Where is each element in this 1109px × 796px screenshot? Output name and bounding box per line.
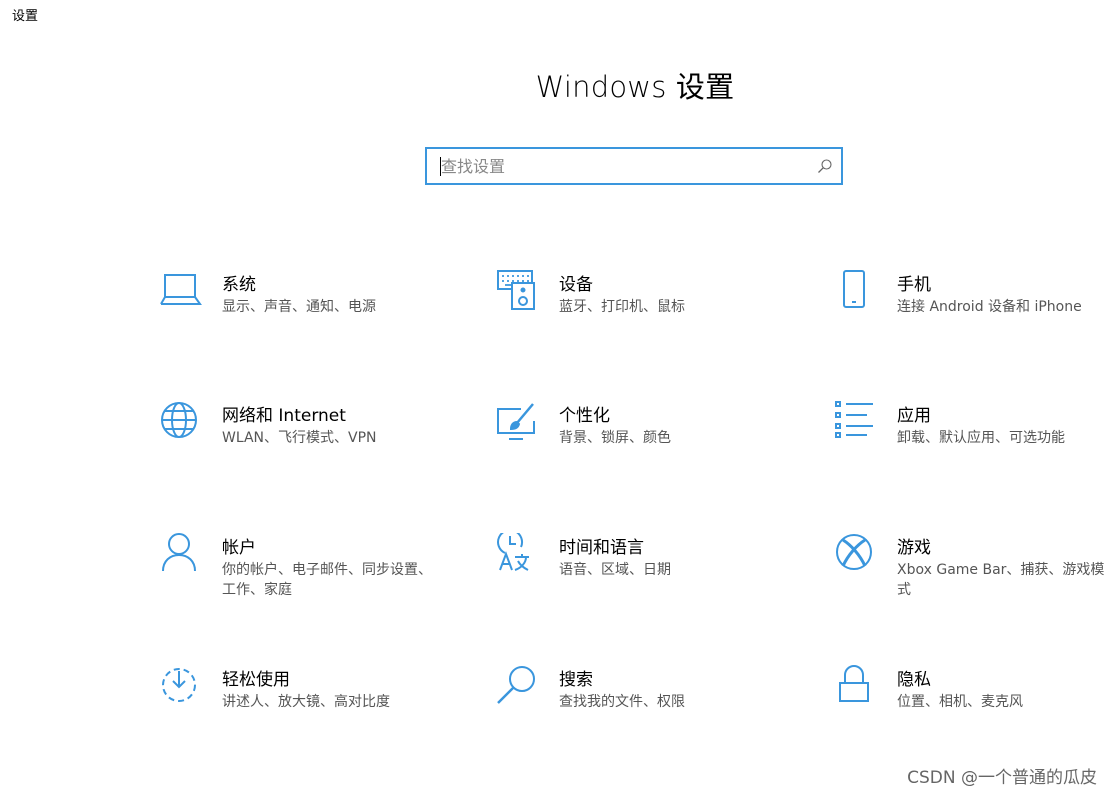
- personalization-icon: [497, 401, 539, 443]
- tile-gaming[interactable]: 游戏 Xbox Game Bar、捕获、游戏模式: [835, 533, 1109, 613]
- page-title: Windows 设置: [535, 70, 735, 104]
- person-icon: [160, 533, 202, 575]
- lock-icon: [835, 665, 877, 707]
- tile-name: 时间和语言: [559, 538, 644, 558]
- tile-privacy[interactable]: 隐私 位置、相机、麦克风: [835, 665, 1109, 745]
- tile-desc: 显示、声音、通知、电源: [222, 299, 376, 315]
- search-icon[interactable]: [817, 158, 833, 174]
- search-box[interactable]: [425, 147, 843, 185]
- tile-name: 帐户: [222, 538, 256, 558]
- tile-desc: 卸载、默认应用、可选功能: [897, 430, 1065, 446]
- ease-of-access-icon: [160, 665, 202, 707]
- devices-icon: [497, 270, 539, 312]
- search-input[interactable]: [441, 149, 801, 183]
- tile-desc: 连接 Android 设备和 iPhone: [897, 299, 1082, 315]
- tile-personalization[interactable]: 个性化 背景、锁屏、颜色: [497, 401, 797, 481]
- tile-name: 隐私: [897, 670, 931, 690]
- tile-desc: 讲述人、放大镜、高对比度: [222, 694, 390, 710]
- phone-icon: [835, 270, 877, 312]
- search-icon: [497, 665, 539, 707]
- tile-devices[interactable]: 设备 蓝牙、打印机、鼠标: [497, 270, 797, 350]
- tile-desc: Xbox Game Bar、捕获、游戏模式: [897, 562, 1105, 598]
- xbox-icon: [835, 533, 877, 575]
- tile-desc: 你的帐户、电子邮件、同步设置、工作、家庭: [222, 562, 432, 598]
- tile-name: 轻松使用: [222, 670, 290, 690]
- tile-desc: WLAN、飞行模式、VPN: [222, 430, 377, 446]
- tile-phone[interactable]: 手机 连接 Android 设备和 iPhone: [835, 270, 1109, 350]
- tile-name: 应用: [897, 406, 931, 426]
- tile-search[interactable]: 搜索 查找我的文件、权限: [497, 665, 797, 745]
- time-language-icon: [497, 533, 539, 575]
- watermark: CSDN @一个普通的瓜皮: [907, 768, 1097, 788]
- tile-ease-of-access[interactable]: 轻松使用 讲述人、放大镜、高对比度: [160, 665, 460, 745]
- tile-desc: 位置、相机、麦克风: [897, 694, 1023, 710]
- tile-name: 手机: [897, 275, 931, 295]
- tile-name: 游戏: [897, 538, 931, 558]
- laptop-icon: [160, 270, 202, 312]
- tile-name: 搜索: [559, 670, 593, 690]
- tile-desc: 背景、锁屏、颜色: [559, 430, 671, 446]
- window-title: 设置: [12, 9, 39, 24]
- tile-network[interactable]: 网络和 Internet WLAN、飞行模式、VPN: [160, 401, 460, 481]
- tile-name: 网络和 Internet: [222, 406, 346, 426]
- tile-desc: 查找我的文件、权限: [559, 694, 685, 710]
- apps-list-icon: [835, 401, 877, 443]
- tile-accounts[interactable]: 帐户 你的帐户、电子邮件、同步设置、工作、家庭: [160, 533, 460, 613]
- tile-apps[interactable]: 应用 卸载、默认应用、可选功能: [835, 401, 1109, 481]
- tile-desc: 语音、区域、日期: [559, 562, 671, 578]
- tile-time-language[interactable]: 时间和语言 语音、区域、日期: [497, 533, 797, 613]
- tile-name: 个性化: [559, 406, 610, 426]
- tile-name: 设备: [559, 275, 593, 295]
- globe-icon: [160, 401, 202, 443]
- tile-name: 系统: [222, 275, 256, 295]
- tile-system[interactable]: 系统 显示、声音、通知、电源: [160, 270, 460, 350]
- tile-desc: 蓝牙、打印机、鼠标: [559, 299, 685, 315]
